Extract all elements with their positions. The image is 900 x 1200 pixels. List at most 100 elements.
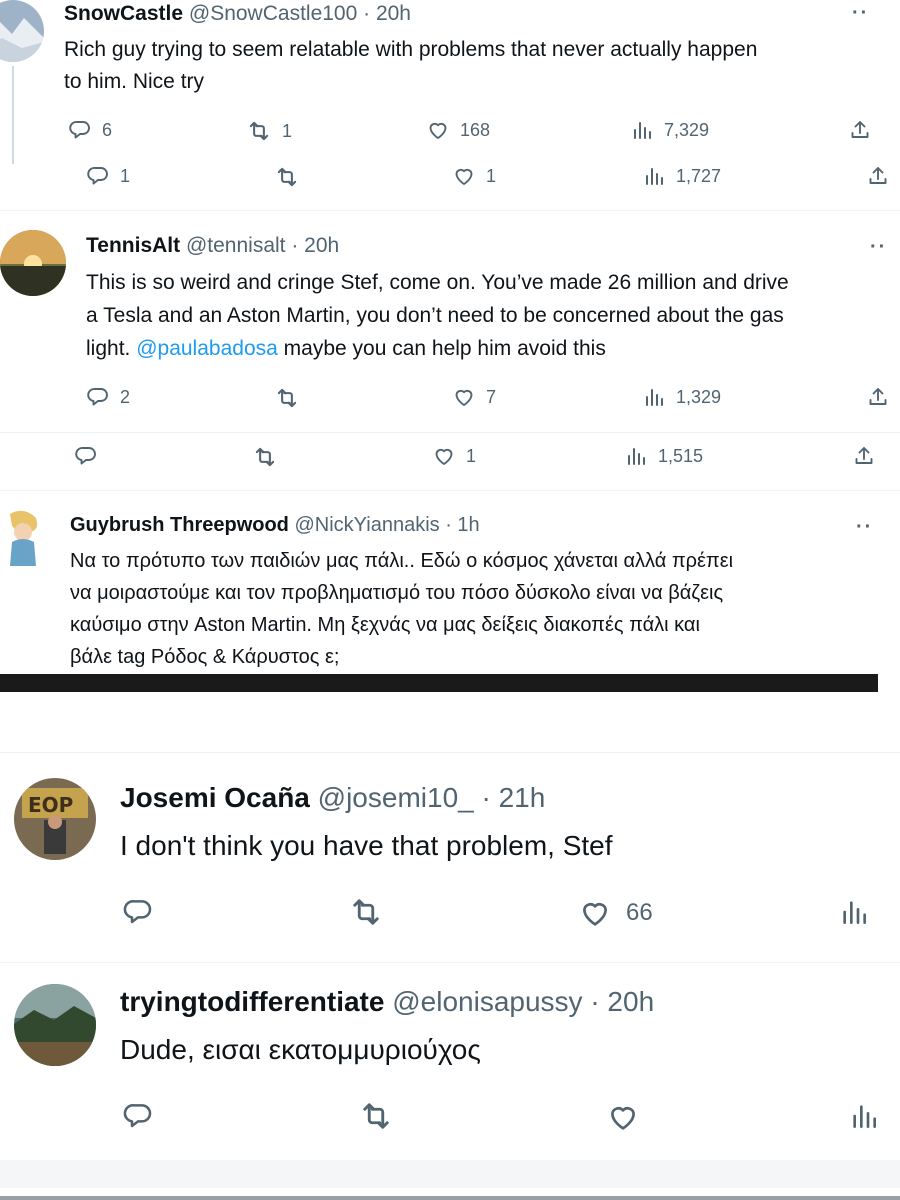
- views-icon: [646, 168, 663, 185]
- retweet-button[interactable]: 1: [246, 118, 292, 144]
- views-button[interactable]: 7,329: [630, 118, 709, 142]
- views-icon: [628, 448, 645, 465]
- like-count: 7: [486, 386, 497, 407]
- views-icon: [853, 1105, 877, 1128]
- like-button[interactable]: 1: [452, 164, 496, 188]
- heart-icon: [455, 389, 473, 406]
- reply-button[interactable]: 6: [68, 118, 112, 142]
- svg-text:EOP: EOP: [28, 793, 73, 817]
- reply-button[interactable]: 2: [86, 385, 130, 409]
- mention-link[interactable]: @paulabadosa: [136, 337, 278, 360]
- divider: [0, 490, 900, 491]
- heart-icon: [429, 122, 447, 139]
- share-icon: [869, 388, 887, 405]
- tweet-text: Να το πρότυπο των παιδιών μας πάλι.. Εδώ…: [70, 545, 733, 673]
- reply-button[interactable]: [122, 896, 154, 928]
- tweet-text-segment: maybe you can help him avoid this: [277, 337, 606, 360]
- like-count: 168: [460, 119, 491, 140]
- views-button[interactable]: 1,329: [642, 385, 721, 409]
- views-count: 1,727: [676, 165, 722, 186]
- share-icon: [869, 167, 887, 184]
- tweet-text-line: light. @paulabadosa maybe you can help h…: [86, 332, 789, 365]
- retweet-button[interactable]: [274, 164, 300, 190]
- tweet-text-line: This is so weird and cringe Stef, come o…: [86, 271, 789, 294]
- landscape-photo-icon: [14, 984, 96, 1066]
- reply-button[interactable]: [74, 444, 98, 468]
- user-name[interactable]: tryingtodifferentiate: [120, 986, 384, 1017]
- retweet-icon: [249, 121, 269, 141]
- reply-icon: [123, 1104, 152, 1128]
- retweet-button[interactable]: [358, 1098, 394, 1134]
- user-name[interactable]: Guybrush Threepwood: [70, 514, 289, 536]
- views-button[interactable]: [838, 896, 870, 928]
- tweet-text: This is so weird and cringe Stef, come o…: [86, 266, 789, 365]
- reply-button[interactable]: [122, 1100, 154, 1132]
- share-icon: [855, 447, 873, 464]
- like-count: 1: [466, 445, 477, 466]
- avatar[interactable]: EOP: [14, 778, 96, 860]
- tweet-text-segment: light.: [86, 337, 137, 360]
- tweet-text-line: Rich guy trying to seem relatable with p…: [64, 38, 758, 61]
- user-name[interactable]: TennisAlt: [86, 234, 180, 257]
- avatar[interactable]: [14, 984, 96, 1066]
- tweet-text: Dude, εισαι εκατομμυριούχος: [120, 1034, 481, 1065]
- like-button[interactable]: 7: [452, 385, 496, 409]
- avatar[interactable]: [0, 0, 44, 62]
- divider: [0, 432, 900, 433]
- like-count: 1: [486, 165, 497, 186]
- like-button[interactable]: 168: [426, 118, 490, 142]
- tweet-text-line: to him. Nice try: [64, 70, 205, 93]
- tweet-text-line: Να το πρότυπο των παιδιών μας πάλι.. Εδώ…: [70, 550, 734, 572]
- user-handle-time[interactable]: @josemi10_ · 21h: [318, 782, 546, 813]
- views-button[interactable]: [848, 1100, 880, 1132]
- retweet-icon: [277, 167, 297, 187]
- reply-icon: [87, 167, 108, 185]
- tweet-header: tryingtodifferentiate @elonisapussy · 20…: [120, 986, 654, 1018]
- retweet-count: 1: [282, 120, 293, 141]
- retweet-button[interactable]: [252, 444, 278, 470]
- avatar[interactable]: [0, 230, 66, 296]
- thread-line: [12, 66, 14, 164]
- tweet-text-line: βάλε tag Ρόδος & Κάρυστος ε;: [70, 646, 340, 668]
- avatar[interactable]: [0, 508, 46, 570]
- views-icon: [646, 389, 663, 406]
- user-name[interactable]: Josemi Ocaña: [120, 782, 310, 813]
- share-icon: [851, 121, 869, 138]
- user-handle-time[interactable]: @elonisapussy · 20h: [392, 986, 654, 1017]
- share-button[interactable]: [866, 164, 890, 188]
- user-handle-time[interactable]: @NickYiannakis · 1h: [294, 514, 479, 536]
- tweet-header: Guybrush Threepwood @NickYiannakis · 1h: [70, 514, 480, 537]
- tweet-text-line: a Tesla and an Aston Martin, you don’t n…: [86, 304, 784, 327]
- share-button[interactable]: [852, 444, 876, 468]
- views-count: 1,515: [658, 445, 704, 466]
- share-button[interactable]: [848, 118, 872, 142]
- like-button[interactable]: [606, 1100, 640, 1134]
- reply-button[interactable]: 1: [86, 164, 130, 188]
- user-handle-time[interactable]: @SnowCastle100 · 20h: [189, 2, 411, 25]
- retweet-icon: [363, 1103, 389, 1129]
- tweet-text-line: καύσιμο στην Aston Martin. Μη ξεχνάς να …: [70, 614, 700, 636]
- tweet-text: Rich guy trying to seem relatable with p…: [64, 34, 757, 98]
- more-options-icon[interactable]: ··: [852, 2, 869, 25]
- divider: [0, 962, 900, 963]
- snow-mountain-icon: [0, 0, 44, 62]
- retweet-button[interactable]: [348, 894, 384, 930]
- more-options-icon[interactable]: ··: [856, 516, 873, 539]
- retweet-button[interactable]: [274, 385, 300, 411]
- reply-count: 1: [120, 165, 131, 186]
- views-button[interactable]: 1,727: [642, 164, 721, 188]
- share-button[interactable]: [866, 385, 890, 409]
- bottom-gap: [0, 1160, 900, 1188]
- retweet-icon: [353, 899, 379, 925]
- graffiti-photo-icon: EOP: [14, 778, 96, 860]
- views-icon: [634, 122, 651, 139]
- tweet-header: SnowCastle @SnowCastle100 · 20h: [64, 2, 411, 26]
- more-options-icon[interactable]: ··: [870, 236, 887, 259]
- like-count: 66: [626, 899, 653, 926]
- user-name[interactable]: SnowCastle: [64, 2, 183, 25]
- views-button[interactable]: 1,515: [624, 444, 703, 468]
- user-handle-time[interactable]: @tennisalt · 20h: [186, 234, 339, 257]
- views-count: 1,329: [676, 386, 722, 407]
- like-button[interactable]: 66: [578, 896, 653, 930]
- like-button[interactable]: 1: [432, 444, 476, 468]
